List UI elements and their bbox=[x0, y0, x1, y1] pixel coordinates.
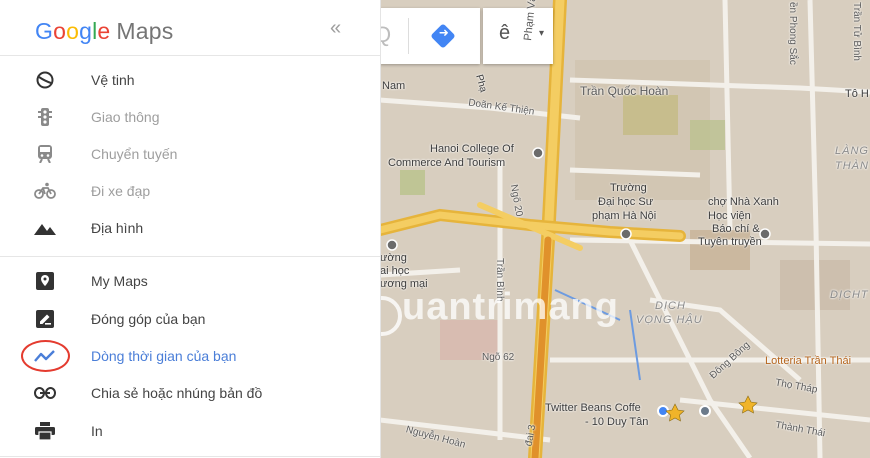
poi-label: Tuyên truyền bbox=[698, 236, 762, 248]
terrain-icon bbox=[34, 218, 56, 238]
directions-icon[interactable] bbox=[430, 23, 456, 49]
street-label: Ngõ 62 bbox=[482, 352, 515, 363]
poi-label: Commerce And Tourism bbox=[388, 157, 506, 169]
poi-label: Trường bbox=[610, 182, 647, 194]
divider bbox=[0, 55, 380, 56]
map-canvas[interactable]: Q ê ▾ Nam Phạ Doãn Kế Thiện Phạm Văn Đồn… bbox=[380, 0, 870, 458]
menu-item-bicycling[interactable]: Đi xe đạp bbox=[0, 173, 380, 209]
menu-item-contributions[interactable]: Đóng góp của bạn bbox=[0, 301, 380, 337]
menu-item-traffic[interactable]: Giao thông bbox=[0, 99, 380, 135]
poi-label: Học viện bbox=[708, 210, 751, 222]
poi-label: Hanoi College Of bbox=[430, 143, 514, 155]
map-pin-icon bbox=[34, 271, 56, 291]
area-label: DỊCHT bbox=[830, 289, 869, 301]
poi-label: Báo chí & bbox=[712, 223, 760, 235]
poi-label: - 10 Duy Tân bbox=[585, 416, 649, 428]
divider bbox=[0, 256, 380, 257]
bicycle-icon bbox=[34, 181, 56, 201]
street-label: ền Phong Sắc bbox=[787, 2, 798, 65]
poi-label: chợ Nhà Xanh bbox=[708, 196, 779, 208]
google-maps-logo: Google Maps bbox=[35, 18, 174, 44]
menu-item-share-embed[interactable]: Chia sẻ hoặc nhúng bản đồ bbox=[0, 375, 380, 411]
poi-label: Twitter Beans Coffe bbox=[545, 402, 641, 414]
divider bbox=[0, 456, 380, 457]
map-label: Tô H bbox=[845, 88, 869, 100]
poi-label: Lotteria Trần Thái bbox=[765, 355, 852, 367]
input-tools-button[interactable]: ê bbox=[499, 22, 510, 45]
street-label: Trần Tử Bình bbox=[851, 2, 862, 61]
menu-item-print[interactable]: In bbox=[0, 413, 380, 449]
train-icon bbox=[34, 144, 56, 164]
area-label: DỊCH bbox=[655, 300, 686, 312]
menu-item-satellite[interactable]: Vệ tinh bbox=[0, 62, 380, 98]
link-icon bbox=[34, 383, 56, 403]
poi-label: ường bbox=[380, 252, 407, 264]
street-label: Trần Quốc Hoàn bbox=[580, 84, 669, 98]
area-label: THÀN bbox=[835, 160, 869, 172]
edit-icon bbox=[34, 309, 56, 329]
poi-label: ai học bbox=[380, 265, 410, 277]
area-label: VỌNG HẬU bbox=[636, 314, 703, 326]
divider bbox=[408, 18, 409, 54]
search-icon[interactable]: Q bbox=[380, 22, 391, 48]
chevron-down-icon[interactable]: ▾ bbox=[539, 28, 544, 39]
map-label: Nam bbox=[382, 80, 406, 92]
menu-item-transit[interactable]: Chuyển tuyến bbox=[0, 136, 380, 172]
input-tools-toolbar: ê ▾ bbox=[483, 8, 553, 64]
watermark: uantrimang bbox=[402, 286, 619, 328]
collapse-sidebar-button[interactable]: « bbox=[330, 17, 341, 40]
menu-item-my-maps[interactable]: My Maps bbox=[0, 263, 380, 299]
traffic-light-icon bbox=[34, 107, 56, 127]
directions-toolbar: Q bbox=[380, 8, 480, 64]
area-label: LÀNG bbox=[835, 145, 869, 157]
annotation-circle bbox=[21, 340, 70, 372]
print-icon bbox=[34, 421, 56, 441]
satellite-icon bbox=[34, 70, 56, 90]
poi-label: phạm Hà Nội bbox=[592, 210, 657, 222]
poi-label: Đại học Sư bbox=[598, 196, 654, 208]
menu-item-terrain[interactable]: Địa hình bbox=[0, 210, 380, 246]
sidebar-menu: Google Maps « Vệ tinh Giao thông Chuyển t… bbox=[0, 0, 381, 458]
